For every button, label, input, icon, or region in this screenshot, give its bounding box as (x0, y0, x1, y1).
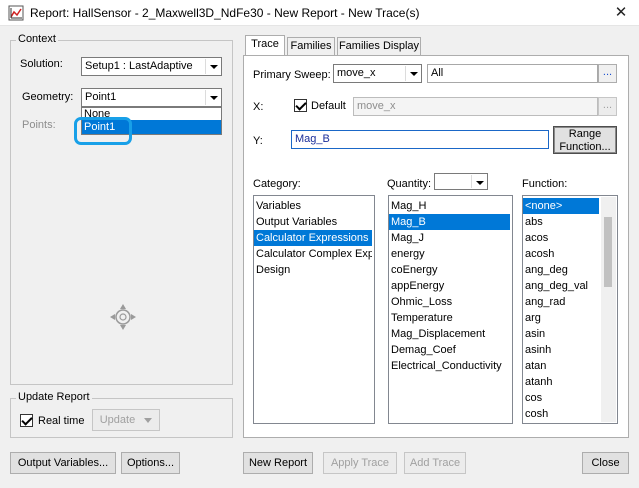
add-trace-button[interactable]: Add Trace (404, 452, 466, 474)
list-item[interactable]: appEnergy (389, 278, 510, 294)
y-expression-value: Mag_B (295, 133, 330, 145)
list-item[interactable]: Mag_Displacement (389, 326, 510, 342)
function-scrollbar[interactable] (601, 197, 616, 422)
function-list[interactable]: <none> abs acos acosh ang_deg ang_deg_val ang_… (522, 195, 618, 424)
solution-dropdown[interactable]: Setup1 : LastAdaptive (81, 57, 222, 76)
list-item[interactable]: energy (389, 246, 510, 262)
chevron-down-icon[interactable] (205, 90, 220, 105)
context-group-title: Context (16, 33, 58, 46)
chevron-down-icon[interactable] (471, 175, 486, 188)
move-crosshair-icon (110, 304, 136, 330)
list-item[interactable]: <none> (523, 198, 599, 214)
list-item[interactable]: acosh (523, 246, 599, 262)
list-item[interactable]: asinh (523, 342, 599, 358)
update-label: Update (99, 414, 136, 426)
default-label: Default (311, 100, 346, 112)
list-item[interactable]: coEnergy (389, 262, 510, 278)
list-item[interactable]: Mag_H (389, 198, 510, 214)
title-bar: Report: HallSensor - 2_Maxwell3D_NdFe30 … (0, 0, 639, 26)
primary-sweep-value: move_x (337, 67, 376, 79)
list-item[interactable]: Variables (254, 198, 372, 214)
close-window-icon[interactable]: ✕ (606, 2, 636, 24)
list-item[interactable]: ang_rad (523, 294, 599, 310)
list-item[interactable]: Design (254, 262, 372, 278)
apply-trace-button[interactable]: Apply Trace (323, 452, 397, 474)
default-checkbox[interactable] (294, 99, 307, 112)
list-item[interactable]: Mag_J (389, 230, 510, 246)
x-expression-value: move_x (357, 100, 396, 112)
category-label: Category: (253, 178, 301, 190)
triangle-down-icon (144, 417, 153, 423)
list-item[interactable]: ang_deg_val (523, 278, 599, 294)
list-item[interactable]: Ohmic_Loss (389, 294, 510, 310)
y-expression-field[interactable]: Mag_B (291, 130, 549, 149)
x-expression-field[interactable]: move_x (353, 97, 598, 116)
list-item[interactable]: abs (523, 214, 599, 230)
geometry-value: Point1 (85, 91, 117, 103)
quantity-list[interactable]: Mag_H Mag_B Mag_J energy coEnergy appEnergy Oh… (388, 195, 513, 424)
x-ellipsis-button[interactable]: ... (598, 97, 617, 116)
options-button[interactable]: Options... (121, 452, 180, 474)
tab-trace[interactable]: Trace (245, 35, 285, 56)
list-item[interactable]: Calculator Expressions (254, 230, 372, 246)
points-label: Points: (22, 119, 56, 131)
list-item[interactable]: arg (523, 310, 599, 326)
highlight-outline (74, 117, 132, 145)
list-item[interactable]: Temperature (389, 310, 510, 326)
sweep-ellipsis-label: ... (602, 66, 613, 78)
solution-value: Setup1 : LastAdaptive (85, 60, 193, 72)
list-item[interactable]: Output Variables (254, 214, 372, 230)
tab-families[interactable]: Families (287, 37, 335, 55)
new-report-button[interactable]: New Report (243, 452, 313, 474)
geometry-label: Geometry: (22, 91, 74, 103)
update-button[interactable]: Update (92, 409, 160, 431)
output-variables-button[interactable]: Output Variables... (10, 452, 116, 474)
list-item[interactable]: Demag_Coef (389, 342, 510, 358)
window-title: Report: HallSensor - 2_Maxwell3D_NdFe30 … (30, 6, 420, 20)
realtime-checkbox[interactable] (20, 414, 33, 427)
solution-label: Solution: (20, 58, 63, 70)
range-function-label: Range Function... (559, 128, 611, 153)
sweep-values-text: All (431, 67, 444, 79)
list-item[interactable]: atanh (523, 374, 599, 390)
realtime-label: Real time (38, 415, 85, 427)
list-item[interactable]: asin (523, 326, 599, 342)
x-label: X: (253, 101, 264, 113)
category-list[interactable]: Variables Output Variables Calculator Expr… (253, 195, 375, 424)
list-item[interactable]: cosh (523, 406, 599, 422)
list-item[interactable]: Mag_B (389, 214, 510, 230)
list-item[interactable]: cum_integ (523, 422, 599, 423)
list-item[interactable]: ang_deg (523, 262, 599, 278)
list-item[interactable]: atan (523, 358, 599, 374)
primary-sweep-dropdown[interactable]: move_x (333, 64, 422, 83)
update-report-title: Update Report (16, 391, 92, 404)
quantity-filter-dropdown[interactable] (434, 173, 488, 190)
function-label: Function: (522, 178, 568, 190)
close-button[interactable]: Close (582, 452, 629, 474)
primary-sweep-label: Primary Sweep: (253, 69, 331, 81)
chevron-down-icon[interactable] (205, 59, 220, 74)
sweep-ellipsis-button[interactable]: ... (598, 64, 617, 83)
chevron-down-icon[interactable] (405, 66, 420, 81)
quantity-label: Quantity: (387, 178, 432, 190)
tab-families-display[interactable]: Families Display (337, 37, 421, 55)
list-item[interactable]: Calculator Complex Expre (254, 246, 372, 262)
list-item[interactable]: cos (523, 390, 599, 406)
app-icon (8, 5, 24, 21)
y-label: Y: (253, 135, 263, 147)
scroll-thumb[interactable] (604, 217, 612, 287)
geometry-dropdown[interactable]: Point1 (81, 88, 222, 107)
sweep-values-field[interactable]: All (427, 64, 598, 83)
range-function-button[interactable]: Range Function... (553, 126, 617, 154)
list-item[interactable]: acos (523, 230, 599, 246)
list-item[interactable]: Electrical_Conductivity (389, 358, 510, 374)
x-ellipsis-label: ... (602, 99, 613, 111)
